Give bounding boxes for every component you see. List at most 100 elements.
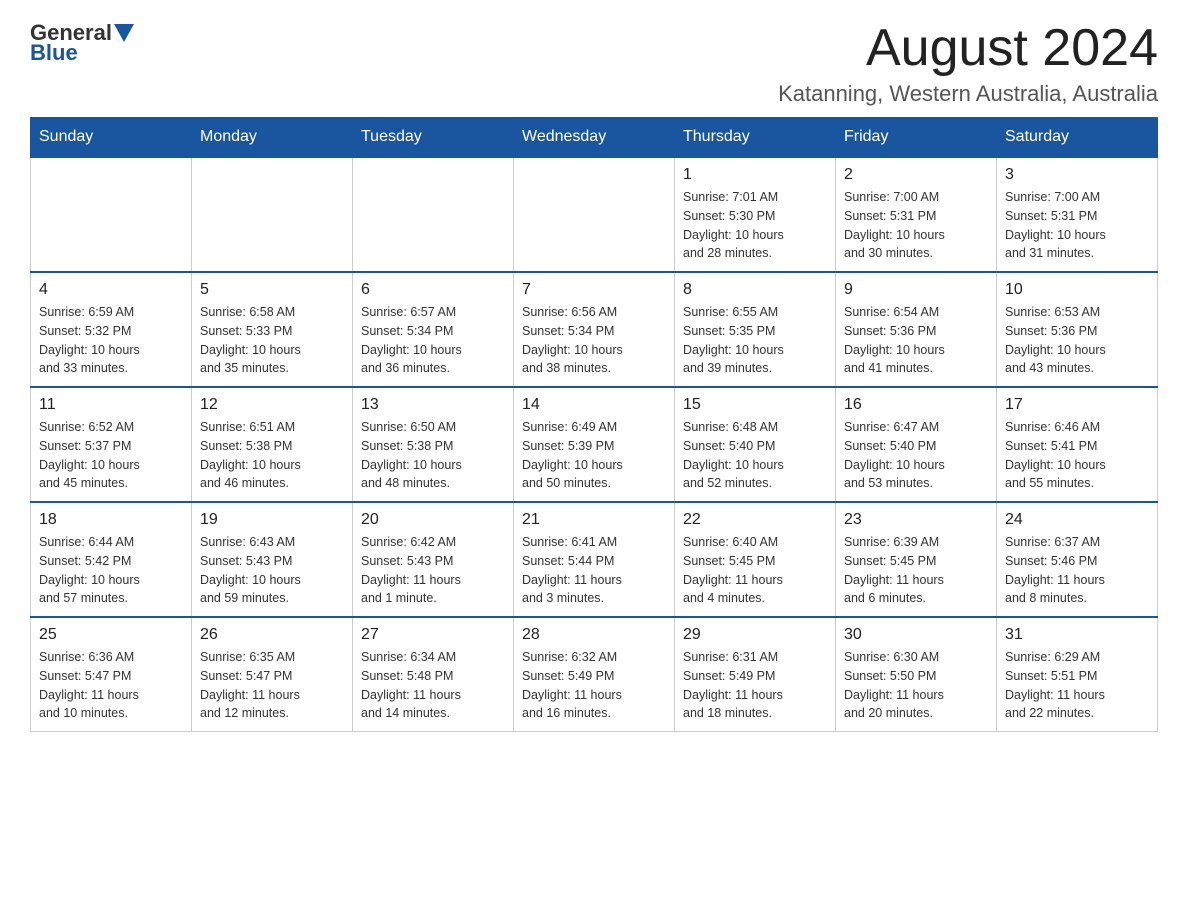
calendar-day-cell: 2 Sunrise: 7:00 AMSunset: 5:31 PMDaylight… <box>836 157 997 272</box>
calendar-day-cell <box>353 157 514 272</box>
calendar-day-cell: 31 Sunrise: 6:29 AMSunset: 5:51 PMDayligh… <box>997 617 1158 732</box>
day-info: Sunrise: 6:36 AMSunset: 5:47 PMDaylight:… <box>39 648 183 723</box>
day-info: Sunrise: 6:40 AMSunset: 5:45 PMDaylight:… <box>683 533 827 608</box>
day-info: Sunrise: 6:31 AMSunset: 5:49 PMDaylight:… <box>683 648 827 723</box>
day-of-week-header: Saturday <box>997 118 1158 158</box>
day-number: 21 <box>522 511 666 529</box>
day-info: Sunrise: 7:01 AMSunset: 5:30 PMDaylight:… <box>683 188 827 263</box>
day-info: Sunrise: 6:58 AMSunset: 5:33 PMDaylight:… <box>200 303 344 378</box>
day-of-week-header: Monday <box>192 118 353 158</box>
calendar-week-row: 1 Sunrise: 7:01 AMSunset: 5:30 PMDaylight… <box>31 157 1158 272</box>
calendar-day-cell: 14 Sunrise: 6:49 AMSunset: 5:39 PMDayligh… <box>514 387 675 502</box>
day-info: Sunrise: 6:54 AMSunset: 5:36 PMDaylight:… <box>844 303 988 378</box>
calendar-day-cell: 13 Sunrise: 6:50 AMSunset: 5:38 PMDayligh… <box>353 387 514 502</box>
day-info: Sunrise: 6:49 AMSunset: 5:39 PMDaylight:… <box>522 418 666 493</box>
calendar-day-cell: 8 Sunrise: 6:55 AMSunset: 5:35 PMDaylight… <box>675 272 836 387</box>
calendar-week-row: 25 Sunrise: 6:36 AMSunset: 5:47 PMDayligh… <box>31 617 1158 732</box>
calendar-day-cell: 12Sunrise: 6:51 AMSunset: 5:38 PMDayligh… <box>192 387 353 502</box>
calendar-day-cell: 18 Sunrise: 6:44 AMSunset: 5:42 PMDayligh… <box>31 502 192 617</box>
day-number: 10 <box>1005 281 1149 299</box>
calendar-day-cell: 21 Sunrise: 6:41 AMSunset: 5:44 PMDayligh… <box>514 502 675 617</box>
day-info: Sunrise: 6:55 AMSunset: 5:35 PMDaylight:… <box>683 303 827 378</box>
day-number: 12 <box>200 396 344 414</box>
calendar-day-cell: 25 Sunrise: 6:36 AMSunset: 5:47 PMDayligh… <box>31 617 192 732</box>
page-header: General Blue August 2024 Katanning, West… <box>30 20 1158 107</box>
day-of-week-header: Tuesday <box>353 118 514 158</box>
calendar-day-cell: 1 Sunrise: 7:01 AMSunset: 5:30 PMDaylight… <box>675 157 836 272</box>
day-info: Sunrise: 6:44 AMSunset: 5:42 PMDaylight:… <box>39 533 183 608</box>
day-info: Sunrise: 6:47 AMSunset: 5:40 PMDaylight:… <box>844 418 988 493</box>
day-number: 2 <box>844 166 988 184</box>
day-number: 3 <box>1005 166 1149 184</box>
calendar-day-cell: 27Sunrise: 6:34 AMSunset: 5:48 PMDayligh… <box>353 617 514 732</box>
day-number: 17 <box>1005 396 1149 414</box>
day-number: 20 <box>361 511 505 529</box>
day-number: 5 <box>200 281 344 299</box>
logo-triangle-icon <box>114 24 134 44</box>
calendar-day-cell: 6 Sunrise: 6:57 AMSunset: 5:34 PMDaylight… <box>353 272 514 387</box>
day-number: 15 <box>683 396 827 414</box>
day-number: 26 <box>200 626 344 644</box>
day-info: Sunrise: 6:39 AMSunset: 5:45 PMDaylight:… <box>844 533 988 608</box>
calendar-day-cell: 26 Sunrise: 6:35 AMSunset: 5:47 PMDayligh… <box>192 617 353 732</box>
day-number: 6 <box>361 281 505 299</box>
day-info: Sunrise: 6:53 AMSunset: 5:36 PMDaylight:… <box>1005 303 1149 378</box>
day-info: Sunrise: 6:52 AMSunset: 5:37 PMDaylight:… <box>39 418 183 493</box>
calendar-week-row: 18 Sunrise: 6:44 AMSunset: 5:42 PMDayligh… <box>31 502 1158 617</box>
day-number: 13 <box>361 396 505 414</box>
calendar-day-cell: 4Sunrise: 6:59 AMSunset: 5:32 PMDaylight… <box>31 272 192 387</box>
calendar-week-row: 11Sunrise: 6:52 AMSunset: 5:37 PMDayligh… <box>31 387 1158 502</box>
logo-blue-text: Blue <box>30 40 78 66</box>
day-info: Sunrise: 6:37 AMSunset: 5:46 PMDaylight:… <box>1005 533 1149 608</box>
day-number: 1 <box>683 166 827 184</box>
calendar-day-cell: 3 Sunrise: 7:00 AMSunset: 5:31 PMDaylight… <box>997 157 1158 272</box>
day-info: Sunrise: 6:32 AMSunset: 5:49 PMDaylight:… <box>522 648 666 723</box>
day-number: 7 <box>522 281 666 299</box>
calendar-day-cell: 16 Sunrise: 6:47 AMSunset: 5:40 PMDayligh… <box>836 387 997 502</box>
day-info: Sunrise: 6:48 AMSunset: 5:40 PMDaylight:… <box>683 418 827 493</box>
day-info: Sunrise: 6:41 AMSunset: 5:44 PMDaylight:… <box>522 533 666 608</box>
day-info: Sunrise: 6:30 AMSunset: 5:50 PMDaylight:… <box>844 648 988 723</box>
calendar-day-cell: 5 Sunrise: 6:58 AMSunset: 5:33 PMDaylight… <box>192 272 353 387</box>
calendar-day-cell <box>192 157 353 272</box>
calendar-day-cell: 11Sunrise: 6:52 AMSunset: 5:37 PMDayligh… <box>31 387 192 502</box>
day-info: Sunrise: 6:46 AMSunset: 5:41 PMDaylight:… <box>1005 418 1149 493</box>
calendar-day-cell: 28 Sunrise: 6:32 AMSunset: 5:49 PMDayligh… <box>514 617 675 732</box>
calendar-day-cell: 20Sunrise: 6:42 AMSunset: 5:43 PMDayligh… <box>353 502 514 617</box>
day-number: 14 <box>522 396 666 414</box>
day-number: 25 <box>39 626 183 644</box>
day-number: 31 <box>1005 626 1149 644</box>
calendar-day-cell: 22 Sunrise: 6:40 AMSunset: 5:45 PMDayligh… <box>675 502 836 617</box>
day-info: Sunrise: 6:29 AMSunset: 5:51 PMDaylight:… <box>1005 648 1149 723</box>
calendar-day-cell: 9 Sunrise: 6:54 AMSunset: 5:36 PMDaylight… <box>836 272 997 387</box>
day-info: Sunrise: 7:00 AMSunset: 5:31 PMDaylight:… <box>1005 188 1149 263</box>
day-number: 18 <box>39 511 183 529</box>
day-info: Sunrise: 6:57 AMSunset: 5:34 PMDaylight:… <box>361 303 505 378</box>
day-info: Sunrise: 6:56 AMSunset: 5:34 PMDaylight:… <box>522 303 666 378</box>
title-area: August 2024 Katanning, Western Australia… <box>778 20 1158 107</box>
day-number: 9 <box>844 281 988 299</box>
day-number: 16 <box>844 396 988 414</box>
month-title: August 2024 <box>778 20 1158 77</box>
calendar-day-cell <box>31 157 192 272</box>
calendar-day-cell: 15 Sunrise: 6:48 AMSunset: 5:40 PMDayligh… <box>675 387 836 502</box>
day-number: 24 <box>1005 511 1149 529</box>
calendar-day-cell: 29Sunrise: 6:31 AMSunset: 5:49 PMDayligh… <box>675 617 836 732</box>
day-of-week-header: Sunday <box>31 118 192 158</box>
calendar-week-row: 4Sunrise: 6:59 AMSunset: 5:32 PMDaylight… <box>31 272 1158 387</box>
calendar-header-row: SundayMondayTuesdayWednesdayThursdayFrid… <box>31 118 1158 158</box>
calendar-day-cell <box>514 157 675 272</box>
day-number: 8 <box>683 281 827 299</box>
day-number: 19 <box>200 511 344 529</box>
day-info: Sunrise: 6:50 AMSunset: 5:38 PMDaylight:… <box>361 418 505 493</box>
day-info: Sunrise: 7:00 AMSunset: 5:31 PMDaylight:… <box>844 188 988 263</box>
day-of-week-header: Wednesday <box>514 118 675 158</box>
day-number: 28 <box>522 626 666 644</box>
calendar-day-cell: 10 Sunrise: 6:53 AMSunset: 5:36 PMDayligh… <box>997 272 1158 387</box>
calendar-table: SundayMondayTuesdayWednesdayThursdayFrid… <box>30 117 1158 732</box>
day-info: Sunrise: 6:35 AMSunset: 5:47 PMDaylight:… <box>200 648 344 723</box>
day-number: 22 <box>683 511 827 529</box>
calendar-day-cell: 30Sunrise: 6:30 AMSunset: 5:50 PMDayligh… <box>836 617 997 732</box>
day-number: 27 <box>361 626 505 644</box>
calendar-day-cell: 17 Sunrise: 6:46 AMSunset: 5:41 PMDayligh… <box>997 387 1158 502</box>
